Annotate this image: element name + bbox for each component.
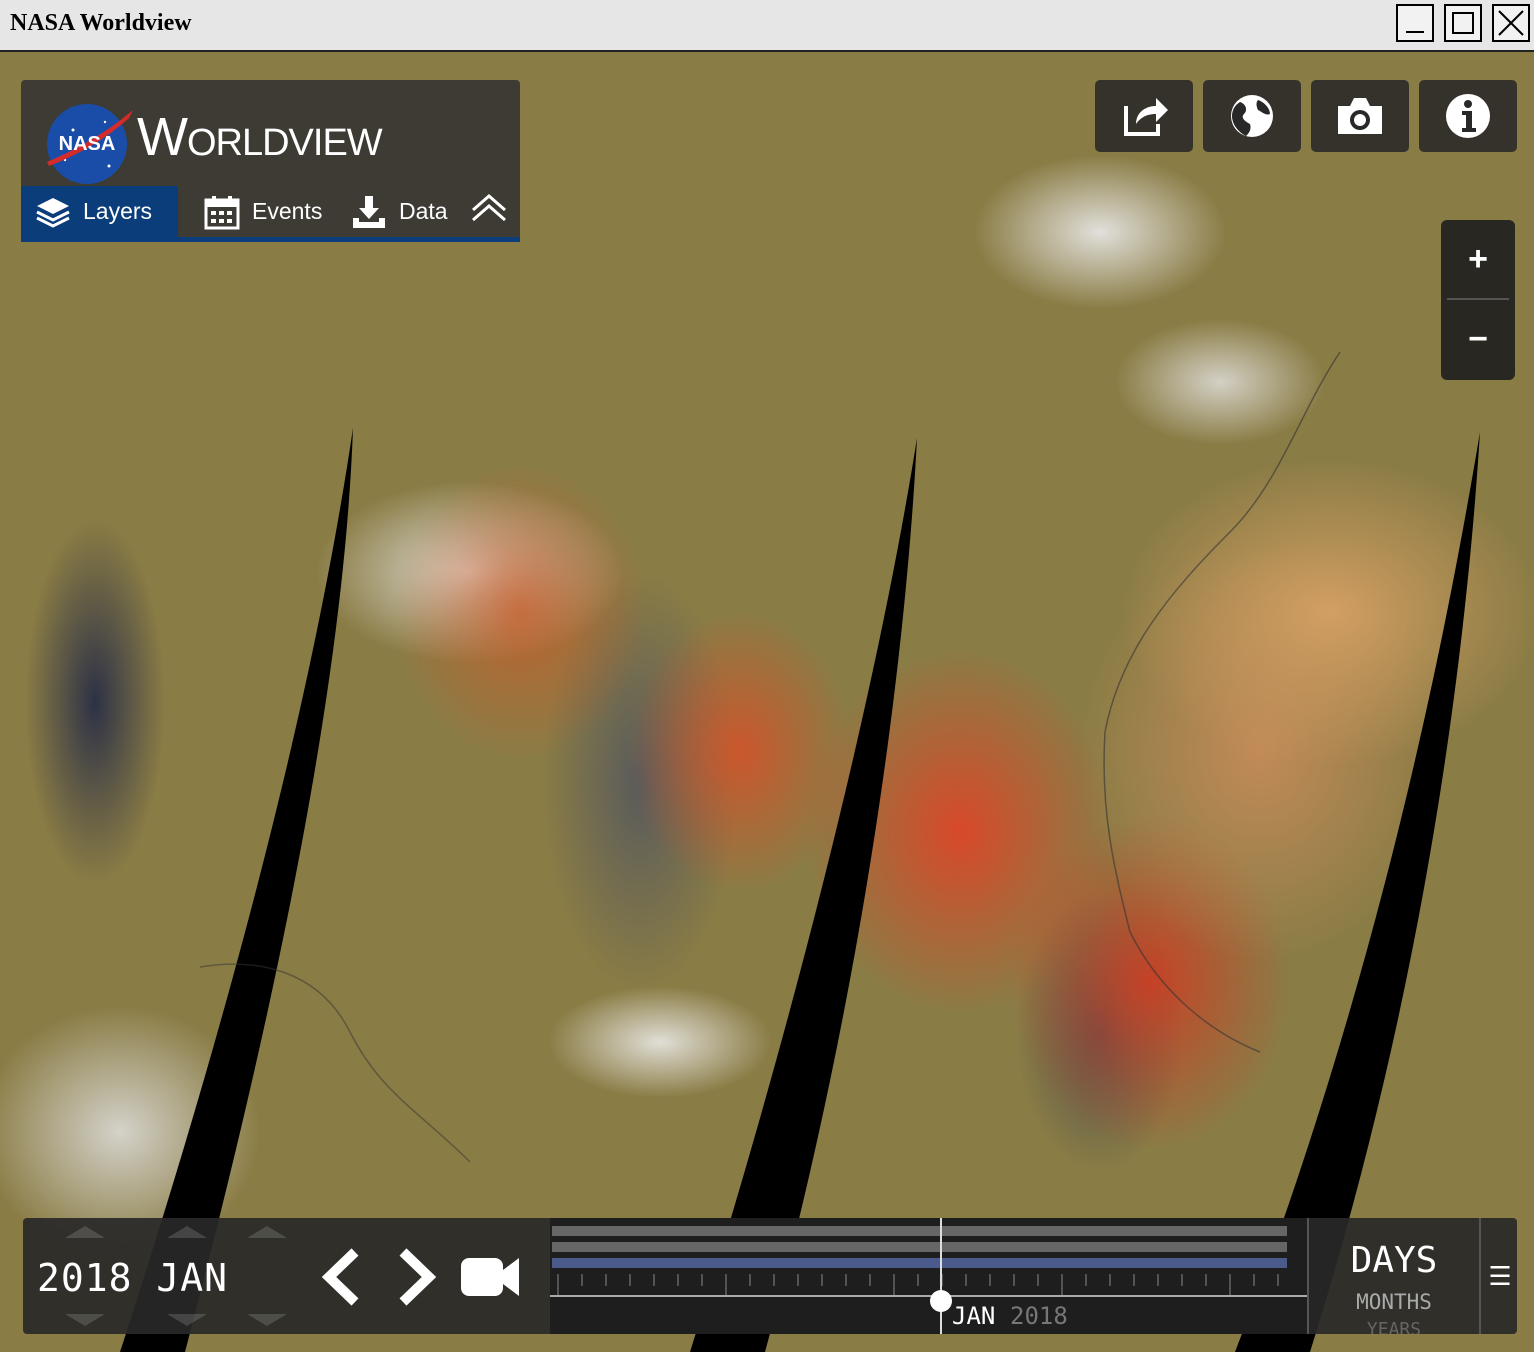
data-gap-swath [1235, 432, 1480, 1352]
chevron-right-icon [399, 1248, 437, 1306]
map-data-gaps [120, 351, 1480, 1352]
date-selector: 2018 JAN [23, 1218, 303, 1334]
tab-events[interactable]: Events [204, 186, 322, 237]
zoom-in-button[interactable]: + [1441, 220, 1515, 298]
tab-data[interactable]: Data [351, 186, 448, 237]
chevron-left-icon [321, 1248, 359, 1306]
minimize-button[interactable] [1396, 4, 1434, 42]
zoom-control: + − [1441, 220, 1515, 380]
svg-text:NASA: NASA [59, 133, 116, 155]
info-button[interactable] [1419, 80, 1517, 152]
zoom-level-selector: DAYS MONTHS YEARS [1307, 1218, 1481, 1334]
previous-date-button[interactable] [315, 1246, 367, 1308]
scale-months[interactable]: MONTHS [1309, 1290, 1479, 1314]
tabs-underline [21, 237, 520, 242]
tab-layers-label: Layers [83, 198, 153, 224]
month-up-arrow[interactable] [167, 1226, 207, 1238]
snapshot-button[interactable] [1311, 80, 1409, 152]
axis-year-label: 2018 [1010, 1302, 1068, 1330]
download-icon [353, 195, 385, 228]
satellite-map[interactable] [0, 52, 1534, 1352]
animation-button[interactable] [459, 1246, 523, 1308]
share-icon [1124, 98, 1168, 136]
layers-icon [36, 197, 70, 228]
scale-years[interactable]: YEARS [1309, 1319, 1479, 1334]
camera-icon [1338, 98, 1382, 134]
nasa-logo[interactable]: NASA [45, 100, 133, 186]
maximize-button[interactable] [1444, 4, 1482, 42]
globe-icon [1231, 95, 1273, 137]
collapse-chevron-icon[interactable] [469, 188, 509, 228]
data-gap-swath [690, 438, 917, 1352]
scale-days[interactable]: DAYS [1309, 1240, 1479, 1281]
sidebar-tabs: Layers Events Data [21, 186, 520, 242]
info-icon [1446, 94, 1490, 138]
projection-button[interactable] [1203, 80, 1301, 152]
next-date-button[interactable] [391, 1246, 443, 1308]
tab-layers[interactable]: Layers [21, 186, 178, 237]
tab-data-label: Data [399, 198, 448, 224]
axis-ticks [550, 1274, 1307, 1297]
worldview-panel: NASA Worldview Layers Events Data [21, 80, 520, 242]
timeline-cursor [940, 1218, 942, 1334]
timeline-cursor-handle[interactable] [930, 1290, 952, 1312]
timeline: 2018 JAN JAN 2018 DAYS MONTHS YEARS ☰ [23, 1218, 1517, 1334]
timeline-axis[interactable]: JAN 2018 [550, 1218, 1307, 1334]
maximize-icon [1452, 12, 1474, 34]
year-down-arrow[interactable] [65, 1314, 105, 1326]
timeline-menu-button[interactable]: ☰ [1479, 1218, 1517, 1334]
month-down-arrow[interactable] [167, 1314, 207, 1326]
close-icon [1498, 10, 1524, 36]
app-title: Worldview [137, 107, 383, 167]
window-titlebar: NASA Worldview [0, 0, 1534, 52]
axis-month-label: JAN [952, 1302, 996, 1330]
day-up-arrow[interactable] [247, 1226, 287, 1238]
video-camera-icon [461, 1258, 519, 1296]
minimize-icon [1406, 31, 1424, 33]
close-button[interactable] [1492, 4, 1530, 42]
day-down-arrow[interactable] [247, 1314, 287, 1326]
zoom-out-button[interactable]: − [1441, 300, 1515, 378]
data-gap-swath [120, 428, 353, 1352]
coastline [1103, 351, 1341, 1053]
share-button[interactable] [1095, 80, 1193, 152]
window-title: NASA Worldview [10, 10, 192, 36]
tab-events-label: Events [252, 198, 323, 224]
selected-date[interactable]: 2018 JAN [37, 1256, 228, 1300]
year-up-arrow[interactable] [65, 1226, 105, 1238]
calendar-icon [204, 195, 240, 229]
